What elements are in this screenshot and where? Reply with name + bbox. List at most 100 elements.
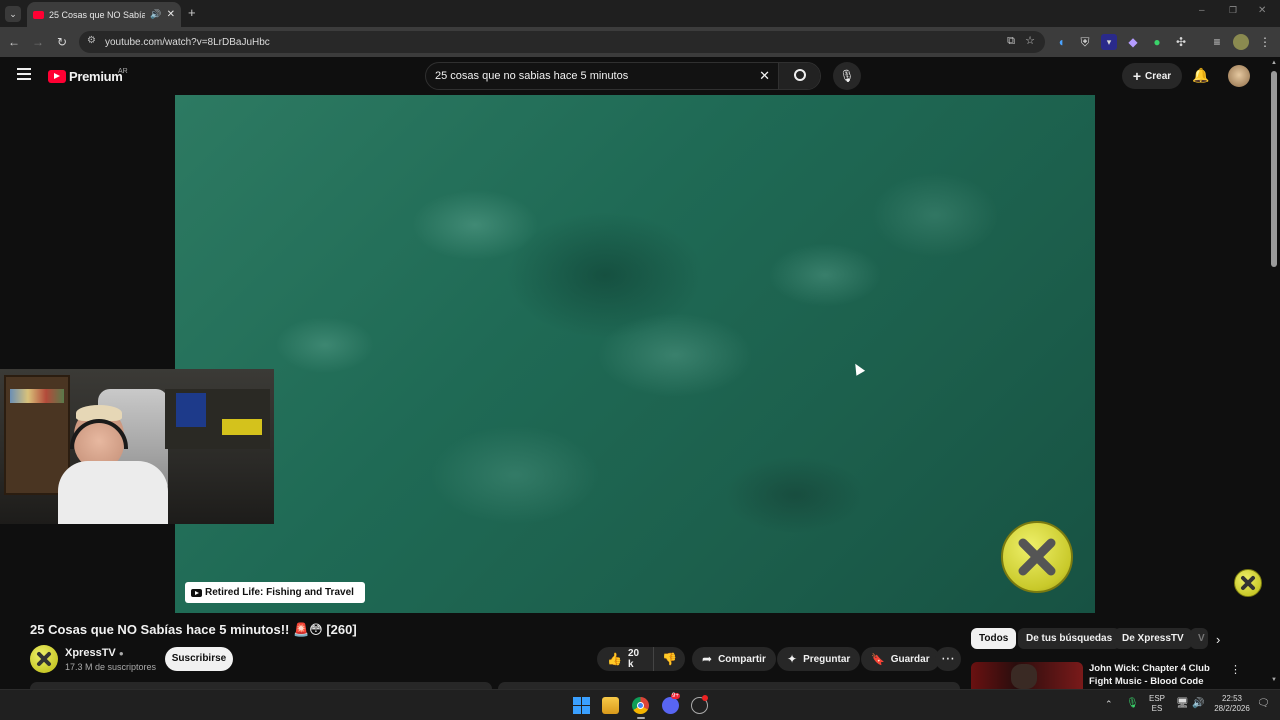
ask-label: Preguntar [803,653,851,665]
reload-icon[interactable]: ↻ [54,34,70,50]
microphone-tray-icon[interactable]: 🎙 [1126,698,1139,709]
bookmark-star-icon[interactable]: ☆ [1025,34,1035,47]
sparkle-icon: ✦ [787,652,798,666]
chip-from-channel[interactable]: De XpressTV [1114,628,1192,649]
recommended-thumbnail[interactable] [971,662,1083,689]
video-source-label: Retired Life: Fishing and Travel [185,582,365,603]
clock[interactable]: 22:53 28/2/2026 [1210,694,1254,714]
bookmark-icon: 🔖 [871,653,885,666]
clear-search-icon[interactable]: ✕ [759,68,770,84]
notifications-icon[interactable]: 🗨 [1257,698,1270,709]
share-label: Compartir [718,653,766,665]
profile-avatar[interactable] [1233,34,1249,50]
extension-filter-icon[interactable]: ▾ [1101,34,1117,50]
tab-close-icon[interactable]: ✕ [167,9,175,20]
create-button[interactable]: + Crear [1122,63,1182,89]
scroll-down-arrow-icon[interactable]: ▼ [1271,677,1277,683]
tab-list-button[interactable]: ⌄ [5,6,21,22]
logo-text: Premium [69,69,123,84]
channel-name[interactable]: XpressTV ● [65,647,124,659]
plus-icon: + [1132,68,1142,84]
window-restore-icon[interactable]: ❐ [1229,5,1237,16]
active-indicator [637,717,645,719]
verified-badge-icon: ● [118,649,124,658]
x-mark-icon [1018,538,1056,576]
forward-icon[interactable]: → [30,34,46,50]
video-title: 25 Cosas que NO Sabías hace 5 minutos!! … [30,622,357,637]
search-input[interactable]: 25 cosas que no sabias hace 5 minutos [435,70,628,82]
region-code: AR [118,68,128,75]
more-actions-button[interactable]: ⋯ [935,647,961,671]
browser-menu-icon[interactable]: ⋮ [1257,34,1273,50]
channel-avatar[interactable] [30,645,58,673]
page-scrollbar[interactable]: ▲ ▼ [1268,57,1280,689]
install-app-icon[interactable]: ⧉ [1007,35,1015,48]
youtube-logo[interactable]: Premium [48,69,123,84]
url-text: youtube.com/watch?v=8LrDBaJuHbc [105,36,270,48]
like-button[interactable]: 👍 20 k [597,647,653,671]
clock-date: 28/2/2026 [1214,704,1250,713]
save-button[interactable]: 🔖 Guardar [861,647,940,671]
window-close-icon[interactable]: ✕ [1258,5,1266,16]
extension-spotify-icon[interactable]: ● [1149,34,1165,50]
recommended-title[interactable]: John Wick: Chapter 4 Club Fight Music - … [1089,662,1224,689]
file-explorer-icon[interactable] [602,697,619,714]
channel-watermark-icon[interactable] [1001,521,1073,593]
hamburger-menu-icon[interactable] [17,68,31,80]
extension-purple-icon[interactable]: ◆ [1125,34,1141,50]
search-bar[interactable]: 25 cosas que no sabias hace 5 minutos ✕ [425,62,821,90]
discord-icon[interactable]: 9+ [662,693,680,714]
share-button[interactable]: ➦ Compartir [692,647,776,671]
create-label: Crear [1145,70,1172,82]
site-info-icon[interactable]: ⚙ [87,35,96,46]
tab-title: 25 Cosas que NO Sabías ha [49,9,146,20]
chips-next-arrow-icon[interactable]: › [1216,632,1220,647]
back-icon[interactable]: ← [6,34,22,50]
scroll-up-arrow-icon[interactable]: ▲ [1271,60,1277,66]
youtube-play-icon [48,70,66,83]
new-tab-button[interactable]: + [188,5,196,20]
chrome-icon[interactable] [632,697,649,714]
chip-more[interactable]: V [1190,628,1208,649]
voice-search-button[interactable]: 🎙 [833,62,861,90]
extension-shield-icon[interactable]: ⛨ [1077,34,1093,50]
microphone-icon: 🎙 [839,69,855,83]
mouse-cursor-icon [850,361,866,376]
webcam-overlay [0,369,274,524]
recommended-menu-icon[interactable]: ⋮ [1230,663,1241,676]
language-top: ESP [1148,694,1165,703]
channel-x-icon [37,652,51,666]
description-box-edge [30,682,492,689]
video-player[interactable] [175,95,1095,613]
discord-badge: 9+ [671,693,680,699]
browser-tab-strip: ⌄ 25 Cosas que NO Sabías ha 🔊 ✕ + – ❐ ✕ [0,0,1280,27]
browser-tab-active[interactable]: 25 Cosas que NO Sabías ha 🔊 ✕ [27,2,181,27]
chip-all[interactable]: Todos [971,628,1017,649]
speaker-icon[interactable]: 🔊 [150,9,161,20]
chip-from-searches[interactable]: De tus búsquedas [1018,628,1121,649]
extension-wave-icon[interactable]: ◖ [1053,34,1069,50]
media-controls-icon[interactable]: ≡ [1209,34,1225,50]
ask-button[interactable]: ✦ Preguntar [777,647,861,671]
account-avatar[interactable] [1228,65,1250,87]
volume-icon[interactable]: 🔊 [1192,698,1204,709]
tray-overflow-icon[interactable]: ⌃ [1105,699,1113,710]
extensions-puzzle-icon[interactable]: ✣ [1173,34,1189,50]
thumbs-down-icon: 👎 [662,652,677,666]
network-icon[interactable]: 🖥 [1176,698,1189,709]
dislike-button[interactable]: 👎 [653,647,685,671]
scrollbar-thumb[interactable] [1271,71,1277,267]
comment-box-edge [498,682,960,689]
app-circle-icon[interactable] [691,695,708,714]
notifications-bell-icon[interactable]: 🔔 [1192,67,1209,84]
share-arrow-icon: ➦ [702,652,713,666]
channel-branding-icon[interactable] [1234,569,1262,597]
shelf-items [10,389,64,403]
address-bar[interactable]: ⚙ youtube.com/watch?v=8LrDBaJuHbc ⧉ ☆ [79,31,1045,53]
subscribe-button[interactable]: Suscribirse [165,647,233,671]
window-minimize-icon[interactable]: – [1199,5,1205,16]
windows-taskbar: 9+ ⌃ 🎙 ESP ES 🖥 🔊 22:53 28/2/2026 🗨 [0,689,1280,720]
language-indicator[interactable]: ESP ES [1148,694,1166,714]
search-button[interactable] [778,63,820,89]
windows-start-icon[interactable] [573,697,590,714]
